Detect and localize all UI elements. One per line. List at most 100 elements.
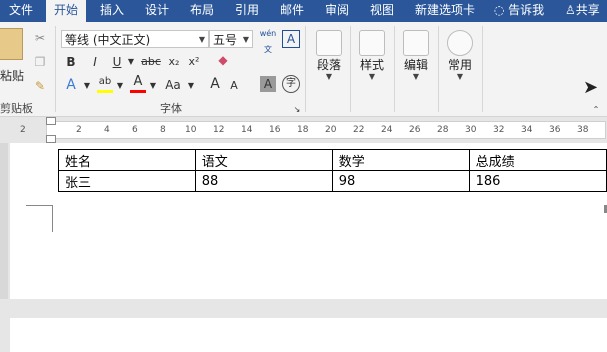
chevron-down-icon[interactable]: ▼ [126,54,136,70]
font-family-combo[interactable]: 等线 (中文正文) ▼ [61,30,209,48]
styles-button[interactable]: 样式 ▼ [352,26,392,84]
chevron-down-icon[interactable]: ▼ [115,78,125,94]
document-page-next[interactable] [10,318,607,352]
shrink-font-button[interactable]: A [228,78,240,94]
group-divider [350,26,351,112]
tell-me-box[interactable]: ◌ 告诉我 [488,0,550,22]
tab-mailings[interactable]: 邮件 [272,0,312,22]
paragraph-button[interactable]: 段落 ▼ [309,26,349,84]
score-table[interactable]: 姓名 语文 数学 总成绩 张三 88 98 186 [58,149,607,192]
clear-formatting-icon[interactable]: ◆ [214,52,232,68]
highlight-button[interactable]: ab [97,74,113,93]
styles-icon [359,30,385,56]
font-size-value: 五号 [213,33,238,47]
common-icon [447,30,473,56]
left-indent-marker[interactable] [46,135,56,143]
strikethrough-button[interactable]: abc [140,54,162,70]
paste-icon[interactable] [0,28,23,60]
editing-button[interactable]: 编辑 ▼ [396,26,436,84]
tab-file[interactable]: 文件 [0,0,42,22]
ruler-tick: 2 [76,125,82,135]
chevron-down-icon: ▼ [368,72,376,81]
font-family-value: 等线 (中文正文) [65,33,151,47]
copy-icon[interactable]: ❐ [32,54,48,70]
highlight-label: ab [98,76,112,87]
chevron-down-icon[interactable]: ▼ [82,78,92,94]
group-divider [482,26,483,112]
ruler-tick: 18 [297,125,309,135]
table-cell[interactable]: 张三 [58,170,196,192]
superscript-button[interactable]: x² [186,54,202,70]
ruler-tick: 2 [20,125,26,135]
ruler-tick: 26 [409,125,421,135]
first-line-indent-marker[interactable] [46,117,56,125]
table-cell[interactable]: 姓名 [58,149,196,171]
grow-font-button[interactable]: A [208,76,222,92]
italic-button[interactable]: I [88,54,102,70]
font-color-button[interactable]: A [130,74,146,93]
ruler-tick: 10 [185,125,197,135]
table-cell[interactable]: 98 [331,170,470,192]
dialog-launcher-icon[interactable]: ↘ [292,102,302,118]
search-icon [403,30,429,56]
paragraph-icon [316,30,342,56]
ruler-tick: 4 [104,125,110,135]
table-cell[interactable]: 总成绩 [468,149,607,171]
highlight-swatch [97,90,113,93]
font-color-swatch [130,90,146,93]
ruler-tick: 12 [213,125,225,135]
text-effects-icon[interactable]: A [63,77,79,93]
chevron-down-icon[interactable]: ▼ [186,78,196,94]
ruler-tick: 16 [269,125,281,135]
char-shading-button[interactable]: A [260,76,276,92]
tab-insert[interactable]: 插入 [92,0,132,22]
tab-new[interactable]: 新建选项卡 [406,0,484,22]
tell-me-label: 告诉我 [508,3,545,17]
tab-home[interactable]: 开始 [46,0,86,22]
phonetic-label: wén [259,29,277,38]
cut-icon[interactable]: ✂ [32,30,48,46]
ruler-tick: 28 [437,125,449,135]
enclose-char-button[interactable]: 字 [282,75,300,93]
ruler-tick: 32 [493,125,505,135]
font-size-combo[interactable]: 五号 ▼ [209,30,253,48]
paragraph-label: 段落 [316,58,341,72]
table-cell[interactable]: 88 [194,170,333,192]
change-case-button[interactable]: Aa [162,77,184,93]
common-button[interactable]: 常用 ▼ [440,26,480,84]
underline-button[interactable]: U [110,54,124,70]
ruler-tick: 22 [353,125,365,135]
ruler-tick: 8 [160,125,166,135]
ruler-tick: 24 [381,125,393,135]
paste-button[interactable]: 粘贴 [0,68,24,84]
lightbulb-icon: ◌ [493,3,505,17]
group-divider [55,26,56,112]
subscript-button[interactable]: x₂ [166,54,182,70]
phonetic-guide-icon[interactable]: wén 文 [258,26,278,58]
tab-review[interactable]: 审阅 [317,0,357,22]
tab-design[interactable]: 设计 [137,0,177,22]
collapse-ribbon-icon[interactable]: ⌃ [590,102,602,118]
tab-view[interactable]: 视图 [362,0,402,22]
ruler-tick: 14 [241,125,253,135]
format-painter-icon[interactable]: ✎ [32,78,48,94]
ruler-tick: 36 [549,125,561,135]
chevron-down-icon[interactable]: ▼ [148,78,158,94]
horizontal-ruler[interactable]: 2 2 4 6 8 10 12 14 16 18 20 22 24 26 28 … [0,117,607,143]
vertical-ruler[interactable] [0,143,8,299]
font-group-label: 字体 [160,102,182,115]
char-border-icon[interactable]: A [282,30,300,48]
table-cell[interactable]: 语文 [194,149,333,171]
table-row: 张三 88 98 186 [58,170,607,192]
group-divider [305,26,306,112]
tab-references[interactable]: 引用 [227,0,267,22]
bold-button[interactable]: B [64,54,78,70]
table-cell[interactable]: 186 [468,170,607,192]
share-button[interactable]: ♙共享 [565,0,607,22]
tab-layout[interactable]: 布局 [182,0,222,22]
table-cell[interactable]: 数学 [331,149,470,171]
ruler-tick: 6 [132,125,138,135]
chevron-down-icon: ▼ [325,72,333,81]
group-divider [438,26,439,112]
styles-label: 样式 [359,58,384,72]
